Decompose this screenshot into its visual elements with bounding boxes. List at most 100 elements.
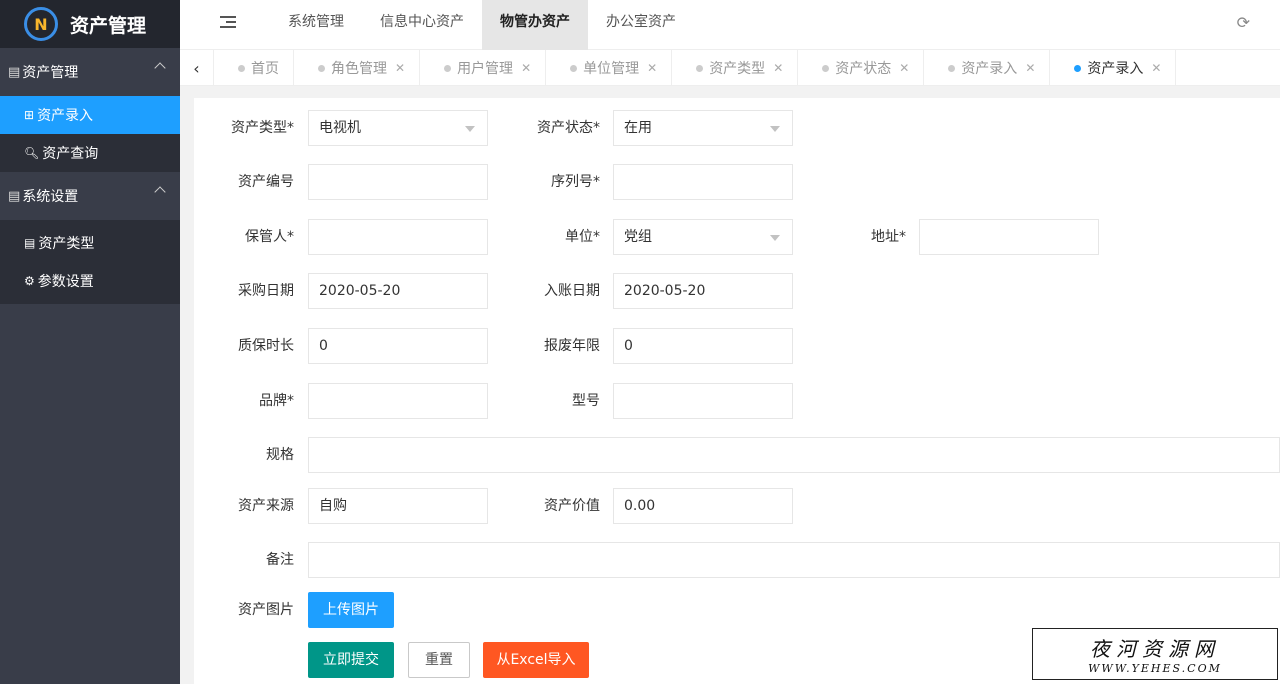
asset-status-select[interactable]: 在用 — [613, 110, 793, 146]
top-tab-office-assets[interactable]: 办公室资产 — [588, 0, 694, 50]
page-tab-label: 资产类型 — [709, 61, 766, 77]
unit-label: 单位* — [565, 229, 600, 245]
tab-dot — [948, 64, 956, 72]
spec-input[interactable] — [308, 437, 1280, 473]
upload-image-button[interactable]: 上传图片 — [308, 592, 394, 628]
import-excel-button[interactable]: 从Excel导入 — [483, 642, 589, 678]
remark-label: 备注 — [266, 552, 294, 568]
asset-no-input[interactable] — [308, 164, 488, 200]
tab-dot — [1074, 64, 1082, 72]
asset-status-value: 在用 — [624, 120, 652, 136]
page-tab-role-management[interactable]: 角色管理 ✕ — [294, 50, 421, 86]
asset-status-label: 资产状态* — [537, 120, 600, 136]
close-icon[interactable]: ✕ — [1025, 61, 1035, 75]
close-icon[interactable]: ✕ — [899, 61, 909, 75]
page-tab-label: 资产录入 — [1087, 61, 1144, 77]
top-header: 系统管理 信息中心资产 物管办资产 办公室资产 ⟳ — [180, 0, 1280, 50]
page-tabs: ‹ 首页 角色管理 ✕ 用户管理 ✕ 单位管理 ✕ 资产类型 ✕ 资产状态 ✕ … — [180, 50, 1280, 86]
page-tab-asset-status[interactable]: 资产状态 ✕ — [798, 50, 925, 86]
watermark-title: 夜河资源网 — [1090, 637, 1220, 661]
asset-no-label: 资产编号 — [238, 174, 294, 190]
top-tabs: 系统管理 信息中心资产 物管办资产 办公室资产 — [270, 0, 694, 50]
page-tab-label: 用户管理 — [457, 61, 514, 77]
menu-toggle-icon[interactable] — [220, 16, 236, 30]
page-tab-unit-management[interactable]: 单位管理 ✕ — [546, 50, 673, 86]
close-icon[interactable]: ✕ — [773, 61, 783, 75]
plus-square-icon: ⊞ — [24, 108, 35, 122]
watermark-url: WWW.YEHES.COM — [1088, 662, 1222, 675]
close-icon[interactable]: ✕ — [1151, 61, 1161, 75]
logo: N 资产管理 — [0, 0, 180, 48]
image-label: 资产图片 — [238, 602, 294, 618]
chevron-left-icon[interactable]: ‹ — [180, 50, 214, 86]
spec-label: 规格 — [266, 447, 294, 463]
close-icon[interactable]: ✕ — [521, 61, 531, 75]
unit-select[interactable]: 党组 — [613, 219, 793, 255]
source-input[interactable]: 自购 — [308, 488, 488, 524]
sidebar-item-label: 资产录入 — [37, 108, 94, 124]
nav-group-asset-management[interactable]: ▤ 资产管理 — [0, 48, 180, 96]
asset-entry-form: 资产类型* 电视机 资产状态* 在用 资产编号 序列号* 保管人* 单位* 党组… — [194, 98, 1280, 684]
remark-input[interactable] — [308, 542, 1280, 578]
sidebar-item-label: 资产类型 — [38, 236, 95, 252]
entry-date-label: 入账日期 — [544, 283, 600, 299]
sidebar-item-asset-entry[interactable]: ⊞ 资产录入 — [0, 96, 180, 134]
top-tab-info-center-assets[interactable]: 信息中心资产 — [362, 0, 482, 50]
scrap-years-input[interactable]: 0 — [613, 328, 793, 364]
gear-icon: ⚙ — [24, 274, 35, 288]
tab-dot — [696, 64, 704, 72]
nav-sub-system-settings: ▤ 资产类型 ⚙ 参数设置 — [0, 220, 180, 304]
refresh-icon[interactable]: ⟳ — [1237, 13, 1250, 32]
serial-no-input[interactable] — [613, 164, 793, 200]
page-tab-asset-entry[interactable]: 资产录入 ✕ — [924, 50, 1051, 86]
value-input[interactable]: 0.00 — [613, 488, 793, 524]
page-tab-user-management[interactable]: 用户管理 ✕ — [420, 50, 547, 86]
chevron-down-icon — [770, 126, 780, 132]
asset-type-select[interactable]: 电视机 — [308, 110, 488, 146]
sidebar-item-label: 资产查询 — [42, 146, 99, 162]
reset-button[interactable]: 重置 — [408, 642, 470, 678]
entry-date-input[interactable]: 2020-05-20 — [613, 273, 793, 309]
sidebar: N 资产管理 ▤ 资产管理 ⊞ 资产录入 🔍︎ 资产查询 ▤ 系统设置 ▤ 资产… — [0, 0, 180, 684]
close-icon[interactable]: ✕ — [395, 61, 405, 75]
nav-sub-asset-management: ⊞ 资产录入 🔍︎ 资产查询 — [0, 96, 180, 172]
asset-type-label: 资产类型* — [231, 120, 294, 136]
page-tab-label: 首页 — [251, 61, 279, 77]
card-icon: ▤ — [24, 236, 36, 250]
page-tab-asset-type[interactable]: 资产类型 ✕ — [672, 50, 799, 86]
submit-button[interactable]: 立即提交 — [308, 642, 394, 678]
page-tab-label: 资产录入 — [961, 61, 1018, 77]
nav-group-label: 系统设置 — [22, 189, 79, 205]
content-area: 资产类型* 电视机 资产状态* 在用 资产编号 序列号* 保管人* 单位* 党组… — [180, 86, 1280, 684]
warranty-input[interactable]: 0 — [308, 328, 488, 364]
brand-label: 品牌* — [259, 393, 294, 409]
tab-dot — [822, 64, 830, 72]
sidebar-item-asset-type[interactable]: ▤ 资产类型 — [0, 224, 180, 262]
page-tab-label: 资产状态 — [835, 61, 892, 77]
card-icon: ▤ — [8, 64, 21, 80]
nav-group-system-settings[interactable]: ▤ 系统设置 — [0, 172, 180, 220]
model-label: 型号 — [572, 393, 600, 409]
watermark: 夜河资源网 WWW.YEHES.COM — [1032, 628, 1278, 680]
page-tab-asset-entry-active[interactable]: 资产录入 ✕ — [1050, 50, 1177, 86]
top-tab-property-office-assets[interactable]: 物管办资产 — [482, 0, 588, 50]
scrap-years-label: 报废年限 — [544, 338, 600, 354]
top-tab-system-management[interactable]: 系统管理 — [270, 0, 362, 50]
tab-dot — [444, 64, 452, 72]
purchase-date-input[interactable]: 2020-05-20 — [308, 273, 488, 309]
model-input[interactable] — [613, 383, 793, 419]
warranty-label: 质保时长 — [238, 338, 294, 354]
card-icon: ▤ — [8, 188, 21, 204]
keeper-input[interactable] — [308, 219, 488, 255]
sidebar-item-asset-query[interactable]: 🔍︎ 资产查询 — [0, 134, 180, 172]
purchase-date-label: 采购日期 — [238, 283, 294, 299]
tab-dot — [238, 64, 245, 72]
brand-input[interactable] — [308, 383, 488, 419]
page-tab-home[interactable]: 首页 — [214, 50, 294, 86]
close-icon[interactable]: ✕ — [647, 61, 657, 75]
tab-dot — [318, 64, 325, 72]
chevron-down-icon — [770, 235, 780, 241]
serial-no-label: 序列号* — [551, 174, 600, 190]
sidebar-item-parameter-settings[interactable]: ⚙ 参数设置 — [0, 262, 180, 300]
address-input[interactable] — [919, 219, 1099, 255]
